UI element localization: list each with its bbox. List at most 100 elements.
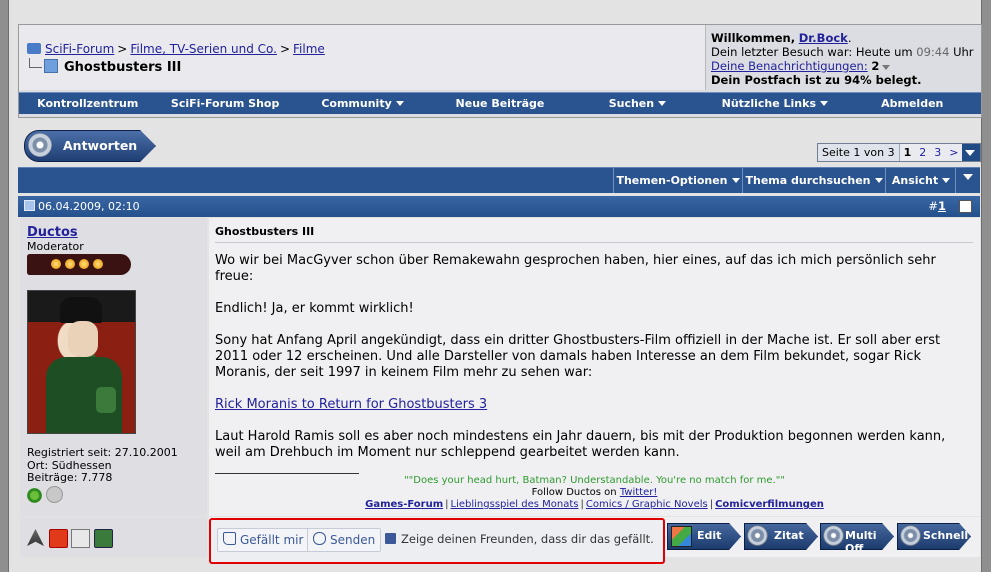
find-posts-icon[interactable] [71, 529, 90, 548]
thread-view-label: Ansicht [891, 174, 939, 187]
edit-button[interactable]: Edit [667, 523, 741, 550]
author-actions [20, 517, 207, 557]
author-post-count: Beiträge: 7.778 [27, 471, 113, 484]
last-visit-suffix: Uhr [953, 45, 974, 59]
report-icon[interactable] [49, 529, 68, 548]
author-awards [27, 486, 67, 506]
page-link-2[interactable]: 2 [919, 146, 926, 159]
signature: ""Does your head hurt, Batman? Understan… [209, 475, 980, 511]
post-author-column: Ductos Moderator Registriert seit: 27.10… [20, 218, 207, 516]
thread-search-menu[interactable]: Thema durchsuchen [742, 168, 885, 193]
page-jump-dropdown[interactable] [962, 144, 981, 161]
signature-quote: ""Does your head hurt, Batman? Understan… [404, 475, 785, 486]
reply-button[interactable]: Antworten [24, 130, 156, 162]
avatar-face [68, 321, 98, 357]
speech-bubble-icon [313, 532, 326, 545]
nav-useful-links-label: Nützliche Links [721, 97, 816, 110]
link-separator: | [580, 499, 584, 510]
page-next-link[interactable]: > [949, 146, 958, 159]
breadcrumb-separator: > [279, 42, 291, 56]
dropdown-arrow-icon [820, 101, 828, 106]
nav-new-posts[interactable]: Neue Beiträge [431, 93, 568, 114]
page-count-label: Seite 1 von 3 [818, 144, 900, 161]
nav-shop[interactable]: SciFi-Forum Shop [156, 93, 293, 114]
nav-search[interactable]: Suchen [569, 93, 706, 114]
post-permalink[interactable]: 1 [938, 199, 946, 213]
breadcrumb-link-category[interactable]: Filme, TV-Serien und Co. [130, 42, 277, 56]
facebook-like-label: Gefällt mir [240, 533, 304, 547]
avatar-hat [60, 297, 102, 323]
facebook-icon [385, 533, 396, 544]
top-header-box: SciFi-Forum > Filme, TV-Serien und Co. > Fil… [18, 24, 982, 118]
gear-icon [823, 525, 844, 546]
nav-control-panel[interactable]: Kontrollzentrum [19, 93, 156, 114]
nav-community-label: Community [321, 97, 392, 110]
private-message-icon[interactable] [94, 529, 113, 548]
post-title: Ghostbusters III [215, 225, 315, 238]
post-number: #1 [928, 199, 946, 213]
gear-icon [900, 525, 921, 546]
thread-search-label: Thema durchsuchen [745, 174, 871, 187]
breadcrumb-link-forum[interactable]: SciFi-Forum [45, 42, 114, 56]
post-select-checkbox[interactable] [959, 200, 972, 213]
post-article-link[interactable]: Rick Moranis to Return for Ghostbusters … [215, 397, 487, 412]
post-paragraph: Endlich! Ja, er kommt wirklich! [215, 301, 414, 316]
award-icon [46, 486, 63, 503]
chevron-down-icon[interactable] [882, 65, 891, 70]
signature-divider [215, 473, 359, 474]
signature-link-comics[interactable]: Comics / Graphic Novels [586, 499, 708, 510]
thread-options-label: Themen-Optionen [616, 174, 728, 187]
nav-community[interactable]: Community [294, 93, 431, 114]
quote-button-label: Zitat [774, 529, 804, 542]
profile-icon[interactable] [27, 529, 44, 546]
notifications-link[interactable]: Deine Benachrichtigungen: [711, 59, 868, 73]
gear-icon [747, 525, 768, 546]
post-title-divider [215, 242, 973, 243]
facebook-like-text-label: Zeige deinen Freunden, dass dir das gefä… [401, 532, 654, 546]
pagination: Seite 1 von 3 1 2 3 > [817, 143, 982, 162]
page-current: 1 [903, 146, 912, 159]
author-info: Registriert seit: 27.10.2001 Ort: Südhes… [27, 446, 178, 485]
breadcrumb-trail: SciFi-Forum > Filme, TV-Serien und Co. > Fil… [27, 42, 325, 56]
breadcrumb-separator: > [117, 42, 128, 56]
post-actions: Gefällt mir Senden Zeige deinen Freunden… [209, 517, 980, 564]
chevron-down-icon [963, 174, 973, 180]
breadcrumb-link-subforum[interactable]: Filme [293, 42, 325, 56]
thread-tools-more[interactable] [955, 168, 980, 193]
avatar-hand [96, 387, 116, 413]
thread-tools-bar: Themen-Optionen Thema durchsuchen Ansich… [18, 167, 980, 193]
tree-line-icon [29, 58, 42, 68]
rank-dot-icon [51, 259, 61, 269]
author-rank: Moderator [27, 240, 84, 253]
post-body: Wo wir bei MacGyver schon über Remakewah… [215, 253, 975, 477]
dropdown-arrow-icon [731, 178, 740, 183]
rank-bar-icon [27, 254, 131, 275]
page-link-3[interactable]: 3 [934, 146, 941, 159]
user-profile-link[interactable]: Dr.Bock [799, 31, 848, 45]
reply-button-label: Antworten [63, 138, 138, 153]
quick-reply-button[interactable]: Schnell [897, 523, 971, 550]
dropdown-arrow-icon [658, 101, 667, 106]
dropdown-arrow-icon [942, 178, 951, 183]
signature-link-comic-movies[interactable]: Comicverfilmungen [715, 499, 824, 510]
last-visit-label: Dein letzter Besuch war: Heute um [711, 45, 913, 59]
rank-dot-icon [79, 259, 89, 269]
signature-link-games-forum[interactable]: Games-Forum [365, 499, 443, 510]
thread-view-menu[interactable]: Ansicht [885, 168, 956, 193]
quote-button[interactable]: Zitat [744, 523, 818, 550]
forum-home-icon[interactable] [27, 43, 41, 54]
page-title-text: Ghostbusters III [64, 60, 182, 75]
thread-options-menu[interactable]: Themen-Optionen [613, 168, 742, 193]
nav-logout[interactable]: Abmelden [844, 93, 981, 114]
page-title: Ghostbusters III [29, 58, 181, 75]
twitter-link[interactable]: Twitter! [620, 487, 658, 498]
link-separator: | [709, 499, 714, 510]
author-name-link[interactable]: Ductos [27, 225, 78, 240]
signature-link-game-of-month[interactable]: Lieblingsspiel des Monats [451, 499, 579, 510]
post-date-text: 06.04.2009, 02:10 [38, 200, 140, 213]
nav-useful-links[interactable]: Nützliche Links [706, 93, 843, 114]
dropdown-arrow-icon [395, 101, 404, 106]
facebook-like-button[interactable]: Gefällt mir [217, 528, 310, 552]
facebook-send-button[interactable]: Senden [307, 528, 382, 552]
multi-quote-button[interactable]: Multi Off [820, 523, 894, 550]
